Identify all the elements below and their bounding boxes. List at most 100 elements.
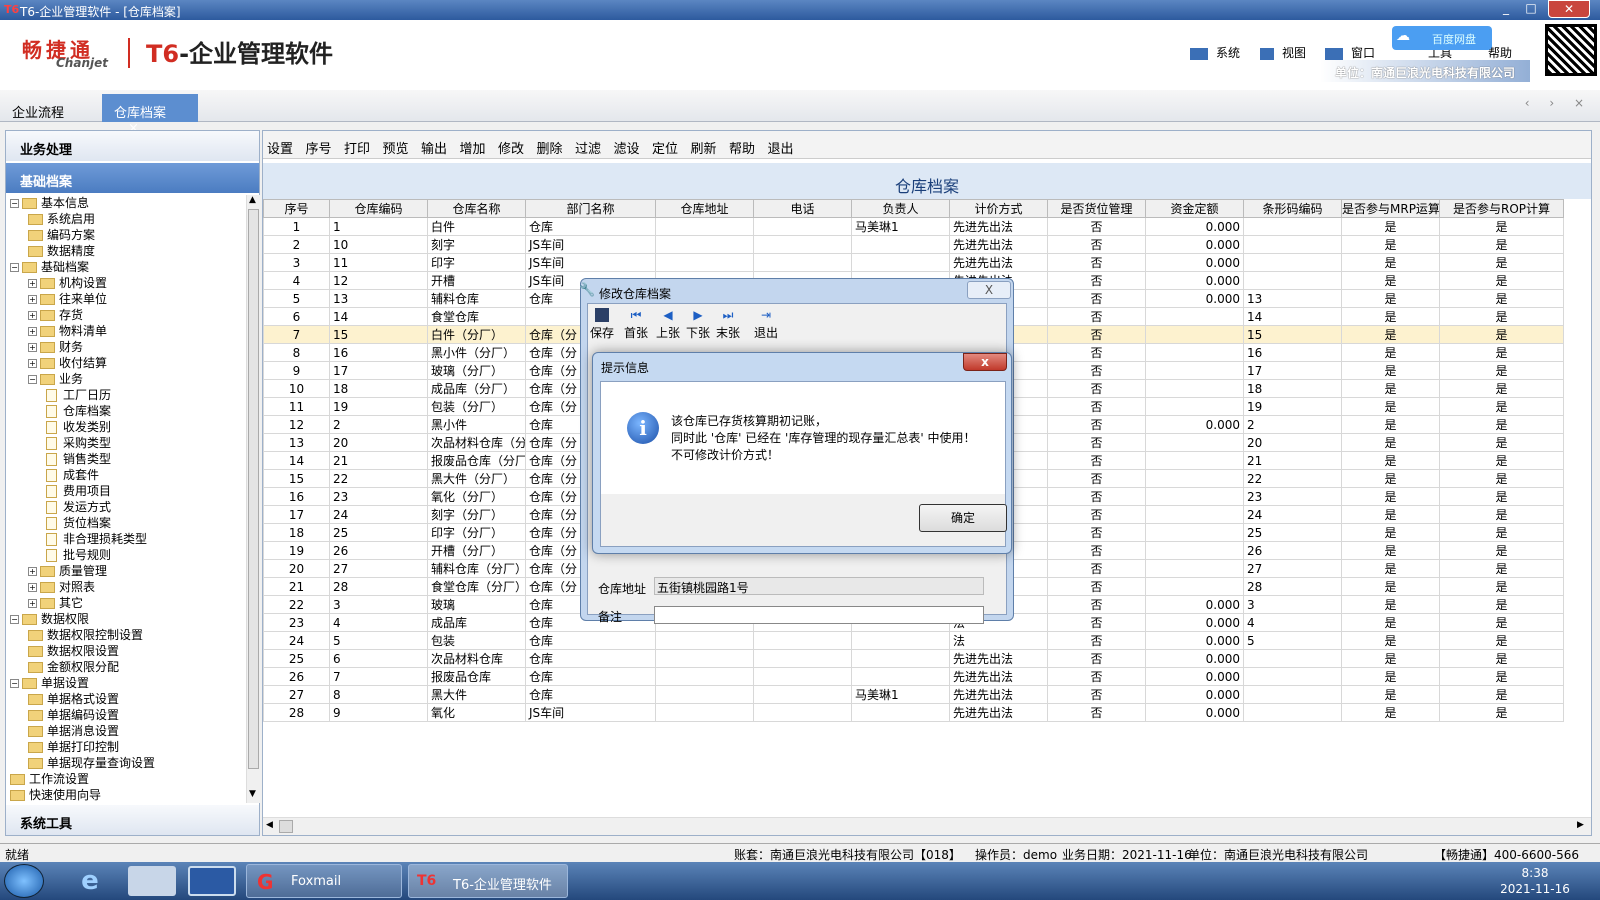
column-header[interactable]: 计价方式 [949,199,1048,218]
table-row[interactable]: 26 7 报废品仓库 仓库 先进先出法否 0.000 是是 [263,667,1564,686]
column-header[interactable]: 电话 [753,199,852,218]
prev-button[interactable]: ◀ 上张 [656,308,680,341]
table-cell[interactable]: 24 [329,505,428,524]
table-cell[interactable]: 先进先出法 [949,253,1048,272]
table-cell[interactable]: 是 [1341,325,1440,344]
table-cell[interactable]: 黑大件（分厂） [427,469,526,488]
table-cell[interactable] [851,649,950,668]
table-cell[interactable] [1243,235,1342,254]
expand-icon[interactable]: + [28,583,37,592]
table-cell[interactable]: 次品材料仓库（分 [427,433,526,452]
table-cell[interactable]: 否 [1047,469,1146,488]
tree-item[interactable]: + 收付结算 [28,355,107,371]
tree-item[interactable]: − 业务 [28,371,83,387]
table-cell[interactable]: 是 [1439,613,1564,632]
table-cell[interactable]: 是 [1341,685,1440,704]
table-cell[interactable]: 是 [1341,271,1440,290]
table-cell[interactable] [1145,487,1244,506]
table-cell[interactable]: 先进先出法 [949,217,1048,236]
ie-icon[interactable]: e [66,866,114,896]
table-cell[interactable]: 0.000 [1145,271,1244,290]
table-cell[interactable]: 是 [1439,307,1564,326]
table-cell[interactable]: 开槽 [427,271,526,290]
table-cell[interactable]: 6 [263,307,330,326]
table-cell[interactable]: 否 [1047,253,1146,272]
table-cell[interactable]: 否 [1047,361,1146,380]
table-cell[interactable] [1243,667,1342,686]
tree-item[interactable]: + 机构设置 [28,275,107,291]
table-cell[interactable]: 是 [1439,343,1564,362]
table-cell[interactable]: 2 [1243,415,1342,434]
table-cell[interactable]: 是 [1439,379,1564,398]
table-cell[interactable]: 6 [329,649,428,668]
table-cell[interactable]: 21 [329,451,428,470]
table-cell[interactable]: 否 [1047,595,1146,614]
table-cell[interactable]: 是 [1439,235,1564,254]
table-cell[interactable]: 25 [329,523,428,542]
collapse-icon[interactable]: − [10,615,19,624]
toolbar-button[interactable]: 输出 [421,138,447,157]
table-cell[interactable]: 0.000 [1145,415,1244,434]
next-button[interactable]: ▶ 下张 [686,308,710,341]
table-cell[interactable]: 1 [263,217,330,236]
table-cell[interactable]: 是 [1439,667,1564,686]
tree-item[interactable]: − 数据权限 [10,611,89,627]
table-cell[interactable]: 16 [263,487,330,506]
table-cell[interactable]: 26 [329,541,428,560]
nav-basic-archives[interactable]: 基础档案 [6,163,259,193]
toolbar-button[interactable]: 修改 [498,138,524,157]
table-cell[interactable]: 0.000 [1145,667,1244,686]
address-field[interactable]: 五街镇桃园路1号 [654,577,984,595]
tree-item[interactable]: 工作流设置 [10,771,89,787]
table-cell[interactable]: 24 [1243,505,1342,524]
table-cell[interactable]: 8 [263,343,330,362]
tree-item[interactable]: 编码方案 [28,227,95,243]
tree-item[interactable]: 货位档案 [46,515,111,531]
column-header[interactable]: 是否参与ROP计算 [1439,199,1564,218]
toolbar-button[interactable]: 帮助 [729,138,755,157]
table-cell[interactable]: 0.000 [1145,703,1244,722]
table-cell[interactable] [851,703,950,722]
toolbar-button[interactable]: 增加 [460,138,486,157]
tree-item[interactable]: + 对照表 [28,579,95,595]
table-cell[interactable] [851,235,950,254]
table-cell[interactable]: 16 [329,343,428,362]
table-cell[interactable] [851,631,950,650]
table-cell[interactable]: 是 [1341,613,1440,632]
table-cell[interactable]: 是 [1341,703,1440,722]
table-cell[interactable]: 否 [1047,217,1146,236]
menu-view[interactable]: 视图 [1260,44,1306,61]
desktop-icon[interactable] [188,866,236,896]
table-cell[interactable]: 马美琳1 [851,685,950,704]
table-cell[interactable]: 否 [1047,379,1146,398]
table-cell[interactable] [655,649,754,668]
table-cell[interactable]: 15 [263,469,330,488]
table-cell[interactable]: 辅料仓库（分厂） [427,559,526,578]
table-cell[interactable]: 否 [1047,235,1146,254]
tree-item[interactable]: 单据打印控制 [28,739,119,755]
table-cell[interactable]: 是 [1439,325,1564,344]
table-cell[interactable]: 19 [329,397,428,416]
table-cell[interactable]: 是 [1341,217,1440,236]
table-cell[interactable]: 白件（分厂） [427,325,526,344]
nav-system-tools[interactable]: 系统工具 [6,805,259,835]
table-cell[interactable]: 27 [263,685,330,704]
table-cell[interactable]: 包装（分厂） [427,397,526,416]
table-cell[interactable]: 黑大件 [427,685,526,704]
table-cell[interactable] [1145,505,1244,524]
table-cell[interactable]: 是 [1439,649,1564,668]
table-cell[interactable]: 否 [1047,451,1146,470]
table-cell[interactable]: 0.000 [1145,289,1244,308]
table-cell[interactable]: 22 [1243,469,1342,488]
table-cell[interactable]: 19 [1243,397,1342,416]
tree-item[interactable]: − 基础档案 [10,259,89,275]
menu-window[interactable]: 窗口 [1325,44,1375,61]
table-cell[interactable]: 12 [329,271,428,290]
table-cell[interactable]: 包装 [427,631,526,650]
table-cell[interactable]: 否 [1047,631,1146,650]
table-cell[interactable]: 法 [949,631,1048,650]
table-cell[interactable]: 氧化 [427,703,526,722]
tree-item[interactable]: + 物料清单 [28,323,107,339]
table-cell[interactable]: 20 [1243,433,1342,452]
task-foxmail[interactable]: G Foxmail [246,864,402,898]
